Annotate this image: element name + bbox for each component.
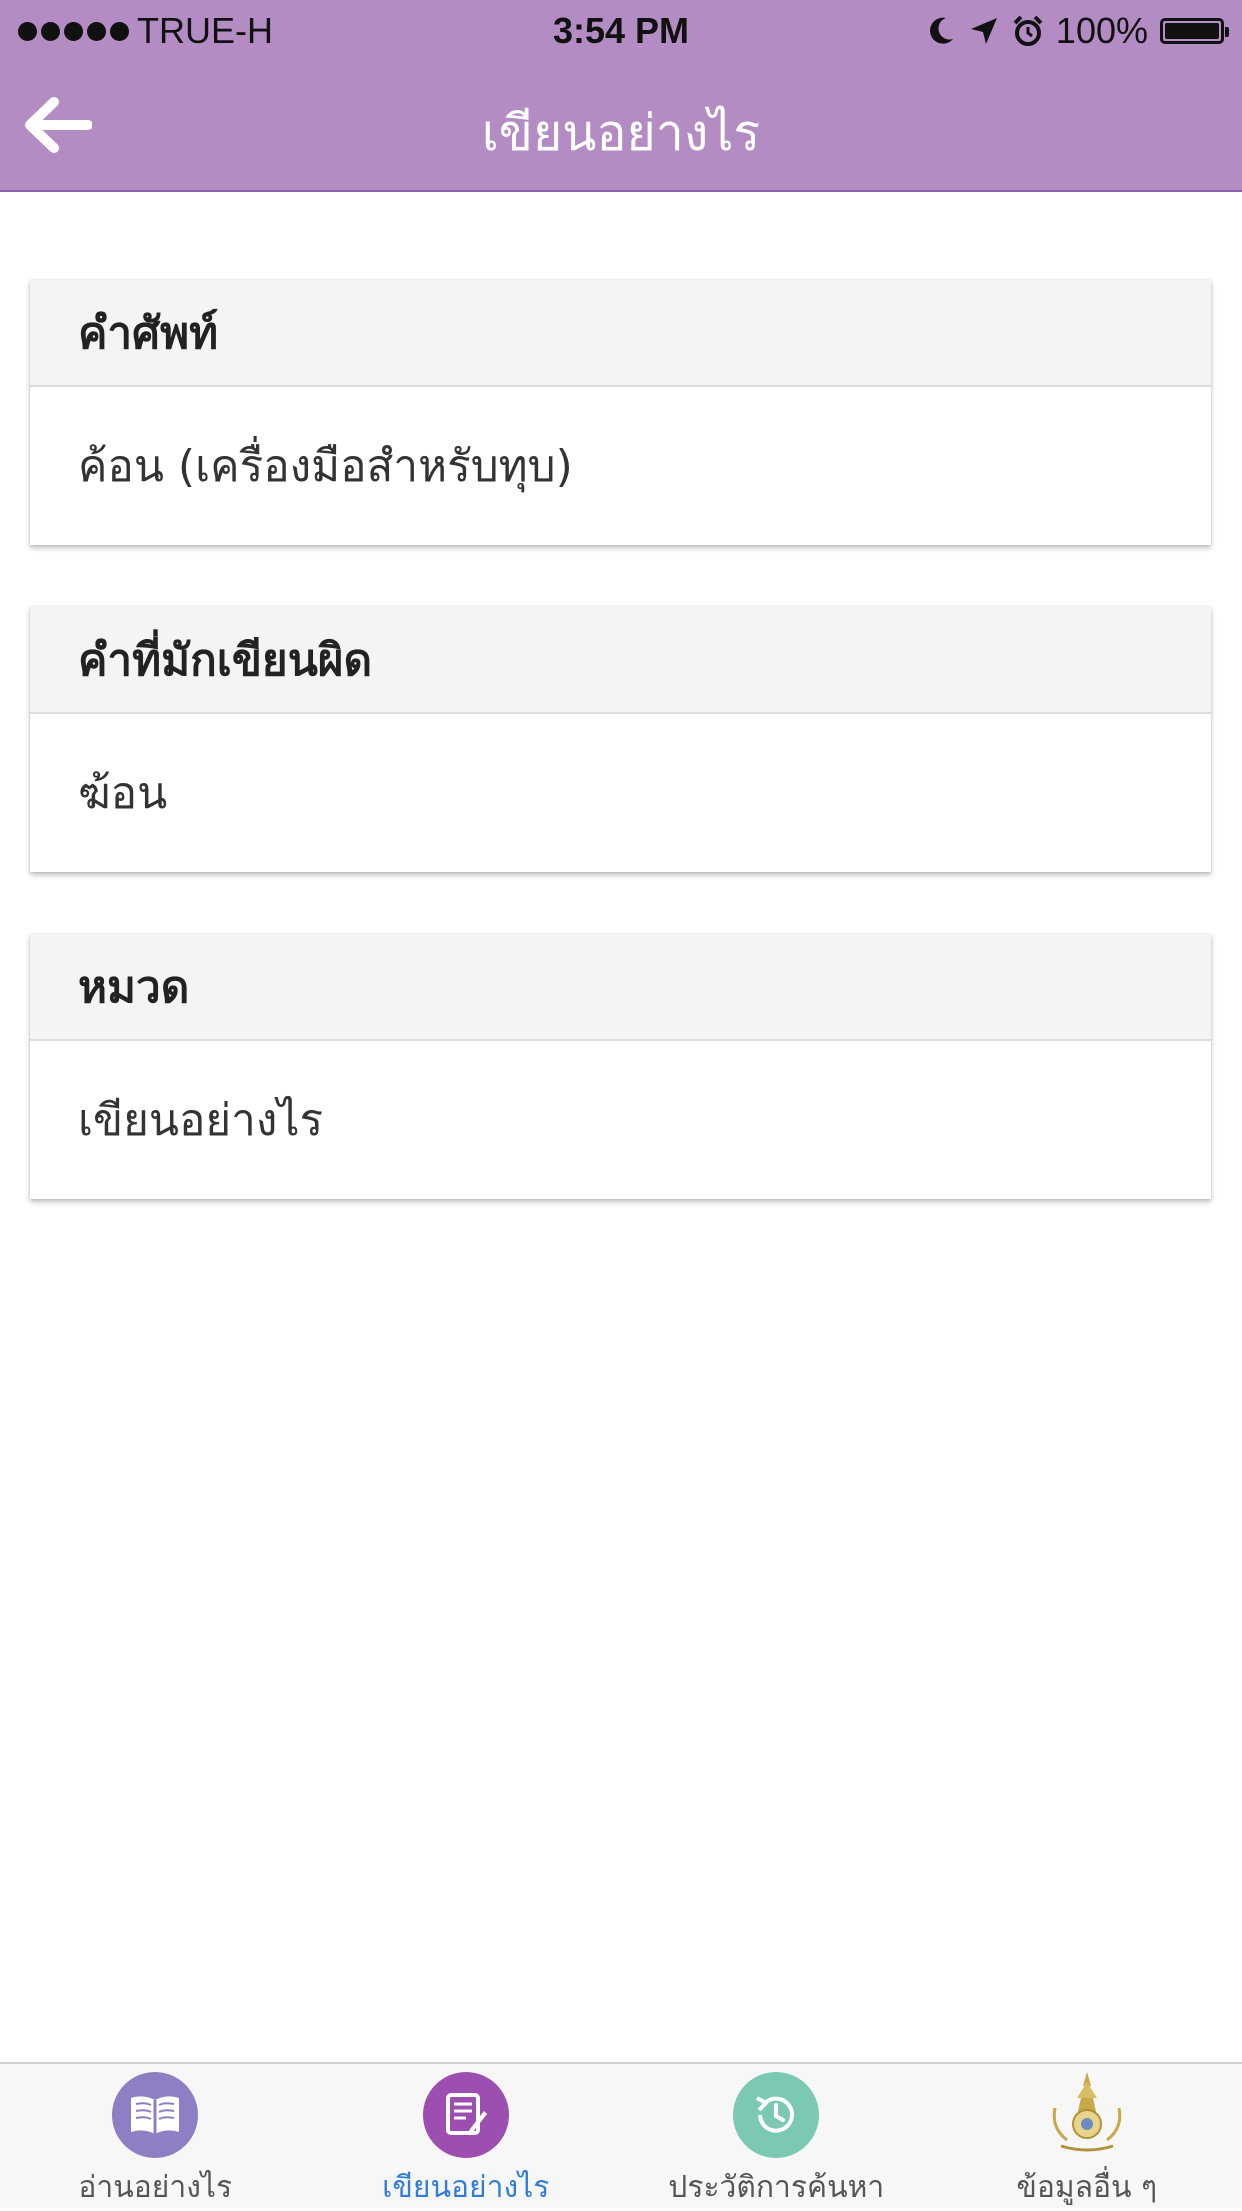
location-arrow-icon bbox=[968, 15, 1000, 47]
misspelling-card: คำที่มักเขียนผิด ฆ้อน bbox=[30, 607, 1211, 872]
royal-institute-logo bbox=[1041, 2068, 1133, 2160]
battery-percent: 100% bbox=[1056, 10, 1148, 52]
history-icon bbox=[733, 2072, 819, 2158]
category-card-header: หมวด bbox=[30, 934, 1211, 1041]
status-indicators: 100% bbox=[926, 10, 1224, 52]
tab-how-to-read[interactable]: อ่านอย่างไร bbox=[0, 2064, 311, 2208]
battery-icon bbox=[1160, 18, 1224, 44]
tab-search-history-label: ประวัติการค้นหา bbox=[621, 2164, 932, 2211]
tab-more-info-label: ข้อมูลอื่น ๆ bbox=[932, 2164, 1242, 2211]
moon-icon bbox=[926, 15, 956, 47]
category-card-value: เขียนอย่างไร bbox=[30, 1041, 1211, 1199]
term-card-header: คำศัพท์ bbox=[30, 280, 1211, 387]
term-card: คำศัพท์ ค้อน (เครื่องมือสำหรับทุบ) bbox=[30, 280, 1211, 545]
tab-how-to-write[interactable]: เขียนอย่างไร bbox=[311, 2064, 622, 2208]
page-title: เขียนอย่างไร bbox=[0, 94, 1242, 173]
misspelling-card-value: ฆ้อน bbox=[30, 714, 1211, 872]
tab-how-to-read-label: อ่านอย่างไร bbox=[0, 2164, 311, 2211]
tab-how-to-write-label: เขียนอย่างไร bbox=[311, 2164, 622, 2211]
misspelling-card-header: คำที่มักเขียนผิด bbox=[30, 607, 1211, 714]
term-card-value: ค้อน (เครื่องมือสำหรับทุบ) bbox=[30, 387, 1211, 545]
alarm-clock-icon bbox=[1012, 14, 1044, 48]
category-card: หมวด เขียนอย่างไร bbox=[30, 934, 1211, 1199]
book-icon bbox=[112, 2072, 198, 2158]
tab-bar: อ่านอย่างไร เขียนอย่างไร ประวัติการค้นหา bbox=[0, 2062, 1242, 2208]
edit-note-icon bbox=[423, 2072, 509, 2158]
tab-more-info[interactable]: ข้อมูลอื่น ๆ bbox=[932, 2064, 1242, 2208]
status-bar: TRUE-H 3:54 PM 100% bbox=[0, 0, 1242, 62]
app-header: TRUE-H 3:54 PM 100% bbox=[0, 0, 1242, 192]
tab-search-history[interactable]: ประวัติการค้นหา bbox=[621, 2064, 932, 2208]
